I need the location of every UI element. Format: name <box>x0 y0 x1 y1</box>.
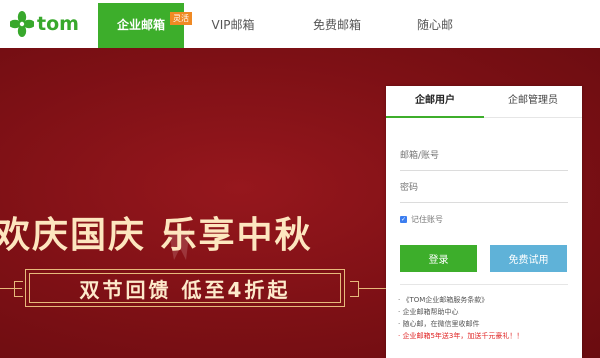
decorative-bracket <box>350 281 359 297</box>
tom-logo[interactable]: tom <box>10 10 79 38</box>
password-input[interactable] <box>400 174 568 203</box>
banner-subtitle: 双节回馈 低至4折起 <box>25 269 345 307</box>
promotion-link[interactable]: · 企业邮箱5年送3年，加送千元豪礼！！ <box>398 330 523 342</box>
panel-divider <box>400 284 568 285</box>
decorative-bracket <box>14 281 23 297</box>
clover-logo-icon <box>10 11 34 37</box>
wechat-mail-link[interactable]: · 随心邮，在微信里收邮件 <box>398 318 523 330</box>
email-account-input[interactable] <box>400 142 568 171</box>
login-panel: 企邮用户 企邮管理员 ✓ 记住账号 登录 免费试用 · 《TOM企业邮箱服务条款… <box>386 86 582 358</box>
help-center-link[interactable]: · 企业邮箱帮助中心 <box>398 306 523 318</box>
top-navigation-bar: tom 企业邮箱 灵活 VIP邮箱 免费邮箱 随心邮 <box>0 0 600 48</box>
free-trial-button[interactable]: 免费试用 <box>490 245 567 272</box>
login-button[interactable]: 登录 <box>400 245 477 272</box>
decorative-line <box>358 288 388 289</box>
tab-enterprise-user[interactable]: 企邮用户 <box>386 86 484 118</box>
nav-tab-free-mail[interactable]: 免费邮箱 <box>282 3 392 48</box>
banner-title: 欢庆国庆 乐享中秋 <box>0 214 313 256</box>
nav-tab-label: 免费邮箱 <box>312 18 361 32</box>
remember-account-option[interactable]: ✓ 记住账号 <box>400 214 443 225</box>
terms-link[interactable]: · 《TOM企业邮箱服务条款》 <box>398 294 523 306</box>
nav-tab-label: 企业邮箱 <box>116 18 165 32</box>
remember-label: 记住账号 <box>411 215 443 224</box>
remember-checkbox[interactable]: ✓ <box>400 216 407 223</box>
nav-tab-vip-mail[interactable]: VIP邮箱 <box>184 3 282 48</box>
nav-tab-suixin-mail[interactable]: 随心邮 <box>392 3 478 48</box>
nav-tab-label: VIP邮箱 <box>211 18 255 32</box>
nav-tab-label: 随心邮 <box>416 18 453 32</box>
login-tabs: 企邮用户 企邮管理员 <box>386 86 582 118</box>
main-nav: 企业邮箱 灵活 VIP邮箱 免费邮箱 随心邮 <box>98 3 478 48</box>
logo-text: tom <box>37 13 79 35</box>
banner-subtitle-frame: 双节回馈 低至4折起 <box>0 267 390 311</box>
nav-tab-enterprise-mail[interactable]: 企业邮箱 灵活 <box>98 3 192 48</box>
help-links: · 《TOM企业邮箱服务条款》 · 企业邮箱帮助中心 · 随心邮，在微信里收邮件… <box>398 294 523 342</box>
tab-enterprise-admin[interactable]: 企邮管理员 <box>484 86 582 117</box>
